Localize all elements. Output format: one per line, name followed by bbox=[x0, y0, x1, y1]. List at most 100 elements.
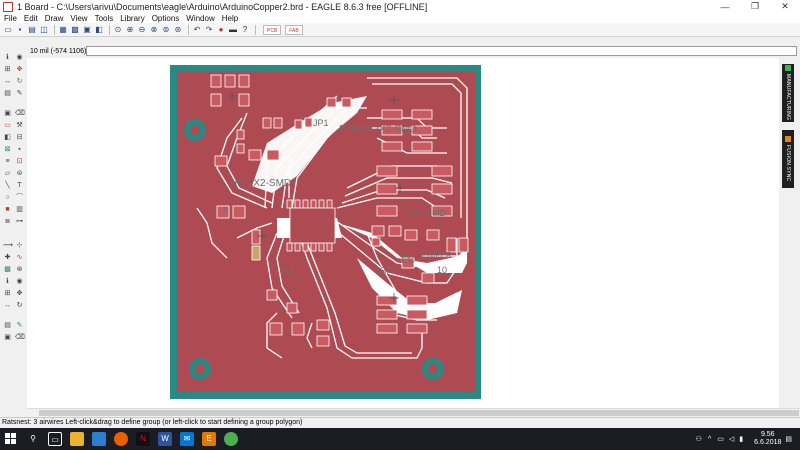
pcb-quote-button[interactable]: PCB bbox=[263, 24, 282, 35]
tool-icon[interactable]: ▣ bbox=[3, 110, 12, 118]
mail-icon[interactable]: ✉ bbox=[180, 432, 194, 446]
help-icon[interactable]: ? bbox=[240, 25, 250, 35]
menu-draw[interactable]: Draw bbox=[45, 14, 64, 23]
menu-library[interactable]: Library bbox=[120, 14, 144, 23]
volume-icon[interactable]: ◁ bbox=[729, 435, 734, 443]
script-icon[interactable]: ▣ bbox=[82, 25, 92, 35]
network-icon[interactable]: ▭ bbox=[717, 435, 724, 443]
tool-icon[interactable]: ■ bbox=[3, 206, 12, 214]
tool-icon[interactable]: ╲ bbox=[3, 182, 12, 190]
tool-icon[interactable]: ◉ bbox=[15, 54, 24, 62]
command-input[interactable] bbox=[86, 46, 797, 56]
tool-icon[interactable]: ≡ bbox=[3, 158, 12, 166]
tool-icon[interactable]: ▭ bbox=[3, 122, 12, 130]
tool-icon[interactable]: ⟿ bbox=[3, 242, 13, 250]
tool-icon[interactable]: ↻ bbox=[15, 78, 24, 86]
board-canvas[interactable]: JP1 PINHD-2X2-SMD HD-2X2-SMD 3X2-SMD JUM… bbox=[27, 58, 779, 408]
menu-edit[interactable]: Edit bbox=[24, 14, 38, 23]
ulp-icon[interactable]: ◧ bbox=[94, 25, 104, 35]
tool-icon[interactable]: ⊹ bbox=[15, 242, 24, 250]
tool-icon[interactable]: T bbox=[15, 182, 24, 190]
tool-icon[interactable]: ⊞ bbox=[3, 66, 12, 74]
board-icon[interactable]: ▩ bbox=[70, 25, 80, 35]
menu-options[interactable]: Options bbox=[152, 14, 180, 23]
tool-icon[interactable]: ▥ bbox=[15, 206, 24, 214]
tool-icon[interactable]: ▪ bbox=[15, 146, 24, 154]
tool-icon[interactable]: ✎ bbox=[15, 90, 24, 98]
tool-icon[interactable]: ⊡ bbox=[15, 158, 24, 166]
fusion-sync-tab[interactable]: FUSION SYNC bbox=[782, 130, 794, 188]
battery-icon[interactable]: ▮ bbox=[739, 435, 743, 443]
tool-icon[interactable]: ◧ bbox=[3, 134, 12, 142]
cam-icon[interactable]: ◫ bbox=[39, 25, 49, 35]
search-icon[interactable]: ⚲ bbox=[26, 432, 40, 446]
task-view-icon[interactable]: ▭ bbox=[48, 432, 62, 446]
tool-icon[interactable]: ↔ bbox=[3, 78, 12, 86]
print-icon[interactable]: ▤ bbox=[27, 25, 37, 35]
redraw-icon[interactable]: ⊚ bbox=[161, 25, 171, 35]
menu-help[interactable]: Help bbox=[222, 14, 238, 23]
store-icon[interactable] bbox=[92, 432, 106, 446]
tool-icon[interactable]: ✥ bbox=[15, 290, 24, 298]
save-icon[interactable]: ▪ bbox=[15, 25, 25, 35]
pcb-board[interactable]: JP1 PINHD-2X2-SMD HD-2X2-SMD 3X2-SMD JUM… bbox=[27, 58, 779, 408]
tool-icon[interactable]: ⌒ bbox=[15, 194, 24, 202]
word-icon[interactable]: W bbox=[158, 432, 172, 446]
zoom-fit-icon[interactable]: ⊙ bbox=[113, 25, 123, 35]
stop-icon[interactable]: ● bbox=[216, 25, 226, 35]
fab-button[interactable]: FAB bbox=[285, 24, 303, 35]
tool-icon[interactable]: ⊜ bbox=[15, 170, 24, 178]
zoom-in-icon[interactable]: ⊕ bbox=[125, 25, 135, 35]
file-explorer-icon[interactable] bbox=[70, 432, 84, 446]
firefox-icon[interactable] bbox=[114, 432, 128, 446]
redo-icon[interactable]: ↷ bbox=[204, 25, 214, 35]
menu-view[interactable]: View bbox=[70, 14, 87, 23]
horizontal-scrollbar[interactable] bbox=[27, 408, 800, 417]
minimize-button[interactable]: — bbox=[710, 0, 740, 13]
tool-icon[interactable]: ⊠ bbox=[3, 146, 12, 154]
tool-icon[interactable]: ▤ bbox=[3, 90, 12, 98]
zoom-last-icon[interactable]: ⊛ bbox=[173, 25, 183, 35]
taskbar-clock[interactable]: 9.56 6.6.2018 bbox=[754, 431, 781, 447]
menu-tools[interactable]: Tools bbox=[95, 14, 114, 23]
schematic-icon[interactable]: ▦ bbox=[58, 25, 68, 35]
menu-window[interactable]: Window bbox=[186, 14, 214, 23]
eagle-taskbar-icon[interactable]: E bbox=[202, 432, 216, 446]
maximize-button[interactable]: ❐ bbox=[740, 0, 770, 13]
tool-icon[interactable]: ⊞ bbox=[3, 290, 12, 298]
tool-icon[interactable]: ↻ bbox=[15, 302, 24, 310]
tool-icon[interactable]: ○ bbox=[3, 194, 12, 202]
tool-icon[interactable]: ⚒ bbox=[15, 122, 24, 130]
zoom-out-icon[interactable]: ⊖ bbox=[137, 25, 147, 35]
tool-icon[interactable]: ⊛ bbox=[15, 266, 24, 274]
go-icon[interactable]: ▬ bbox=[228, 25, 238, 35]
tool-icon[interactable]: ℹ bbox=[3, 278, 12, 286]
notifications-icon[interactable]: ▤ bbox=[785, 435, 792, 443]
chrome-icon[interactable] bbox=[224, 432, 238, 446]
tool-icon[interactable]: ≣ bbox=[3, 218, 12, 226]
people-icon[interactable]: ⚇ bbox=[696, 435, 702, 443]
windows-start-button[interactable] bbox=[0, 428, 22, 450]
undo-icon[interactable]: ↶ bbox=[192, 25, 202, 35]
manufacturing-tab[interactable]: MANUFACTURING bbox=[782, 64, 794, 122]
tool-icon[interactable]: ℹ bbox=[3, 54, 12, 62]
tool-icon[interactable]: ▤ bbox=[3, 322, 12, 330]
tool-icon[interactable]: ✚ bbox=[3, 254, 12, 262]
tool-icon[interactable]: ✎ bbox=[15, 322, 24, 330]
menu-file[interactable]: File bbox=[4, 14, 17, 23]
tool-icon[interactable]: ∿ bbox=[15, 254, 24, 262]
tool-icon[interactable]: ▣ bbox=[3, 334, 12, 342]
netflix-icon[interactable]: N bbox=[136, 432, 150, 446]
scrollbar-thumb[interactable] bbox=[39, 410, 799, 416]
tool-icon[interactable]: ▱ bbox=[3, 170, 12, 178]
close-button[interactable]: ✕ bbox=[770, 0, 800, 13]
tool-icon[interactable]: ✥ bbox=[15, 66, 24, 74]
tool-icon[interactable]: ⌫ bbox=[15, 334, 25, 342]
tool-icon[interactable]: ▩ bbox=[3, 266, 12, 274]
tool-icon[interactable]: ↔ bbox=[3, 302, 12, 310]
open-icon[interactable]: ▭ bbox=[3, 25, 13, 35]
tool-icon[interactable]: ⊟ bbox=[15, 134, 24, 142]
tool-icon[interactable]: ◉ bbox=[15, 278, 24, 286]
tool-icon[interactable]: ⌫ bbox=[15, 110, 25, 118]
tool-icon[interactable]: ⊶ bbox=[15, 218, 24, 226]
